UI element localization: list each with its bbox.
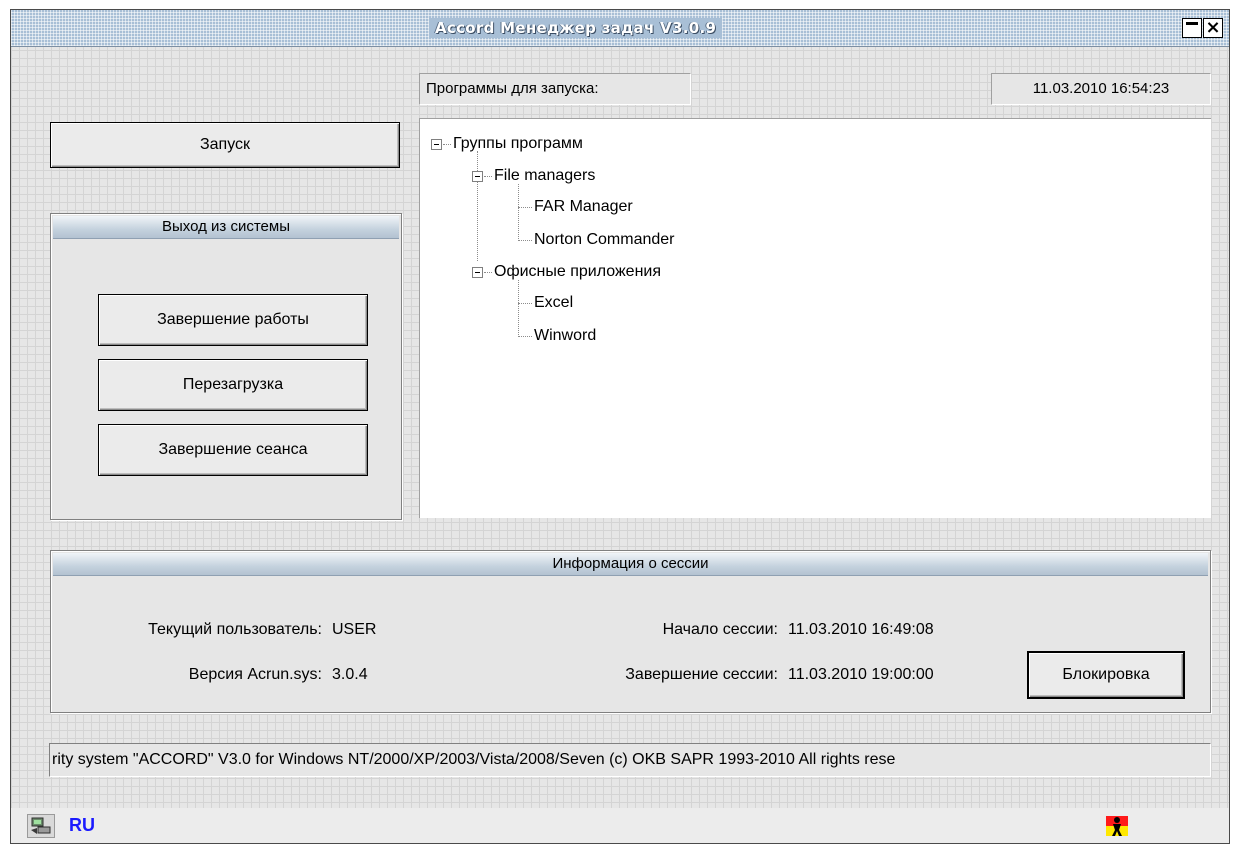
- datetime-display: 11.03.2010 16:54:23: [991, 73, 1211, 105]
- reboot-button[interactable]: Перезагрузка: [98, 359, 368, 411]
- tree-item-winword[interactable]: Winword: [534, 326, 596, 346]
- tree-group-file-managers[interactable]: File managers: [494, 166, 595, 186]
- tree-connector: [518, 207, 532, 208]
- current-user-label: Текущий пользователь:: [148, 621, 322, 638]
- shutdown-button[interactable]: Завершение работы: [98, 294, 368, 346]
- title-bar[interactable]: Accord Менеджер задач V3.0.9 ×: [11, 10, 1229, 47]
- tree-connector: [477, 151, 478, 261]
- end-session-button[interactable]: Завершение сеанса: [98, 424, 368, 476]
- driver-version-label: Версия Acrun.sys:: [188, 666, 322, 683]
- logout-panel-title: Выход из системы: [53, 216, 399, 239]
- collapse-office-icon[interactable]: [472, 267, 483, 278]
- session-info-title: Информация о сессии: [53, 553, 1208, 576]
- tree-root[interactable]: Группы программ: [453, 134, 583, 154]
- collapse-root-icon[interactable]: [431, 139, 442, 150]
- session-start-label: Начало сессии:: [662, 621, 778, 638]
- programs-label: Программы для запуска:: [419, 73, 691, 105]
- tree-item-norton-commander[interactable]: Norton Commander: [534, 230, 675, 250]
- tree-group-office[interactable]: Офисные приложения: [494, 262, 661, 282]
- driver-version-value: 3.0.4: [332, 666, 368, 683]
- tree-connector: [518, 280, 519, 337]
- tree-connector: [518, 240, 532, 241]
- minimize-button[interactable]: [1182, 18, 1202, 38]
- tree-connector: [484, 176, 492, 177]
- tree-connector: [518, 184, 519, 241]
- tree-item-excel[interactable]: Excel: [534, 293, 573, 313]
- task-manager-window: Accord Менеджер задач V3.0.9 × Программы…: [10, 9, 1230, 844]
- tree-connector: [518, 336, 532, 337]
- session-start-value: 11.03.2010 16:49:08: [788, 621, 934, 638]
- tree-connector: [484, 272, 492, 273]
- program-tree[interactable]: Группы программ File managers FAR Manage…: [419, 118, 1211, 518]
- lock-button[interactable]: Блокировка: [1027, 651, 1185, 699]
- accord-person-icon[interactable]: [1105, 814, 1129, 838]
- bottom-tray: RU: [11, 808, 1229, 843]
- session-end-value: 11.03.2010 19:00:00: [788, 666, 934, 683]
- network-computer-icon[interactable]: [27, 814, 55, 838]
- session-info-panel: Информация о сессии Текущий пользователь…: [50, 550, 1211, 713]
- copyright-status-line: rity system "ACCORD" V3.0 for Windows NT…: [49, 743, 1211, 777]
- language-indicator[interactable]: RU: [69, 815, 95, 836]
- collapse-file-managers-icon[interactable]: [472, 171, 483, 182]
- tree-connector: [443, 144, 451, 145]
- window-title: Accord Менеджер задач V3.0.9: [429, 18, 723, 38]
- session-end-label: Завершение сессии:: [625, 666, 778, 683]
- current-user-value: USER: [332, 621, 377, 638]
- tree-connector: [518, 303, 532, 304]
- logout-panel: Выход из системы Завершение работы Перез…: [50, 213, 402, 520]
- launch-button[interactable]: Запуск: [50, 122, 400, 168]
- close-button[interactable]: ×: [1203, 18, 1223, 38]
- tree-item-far-manager[interactable]: FAR Manager: [534, 197, 633, 217]
